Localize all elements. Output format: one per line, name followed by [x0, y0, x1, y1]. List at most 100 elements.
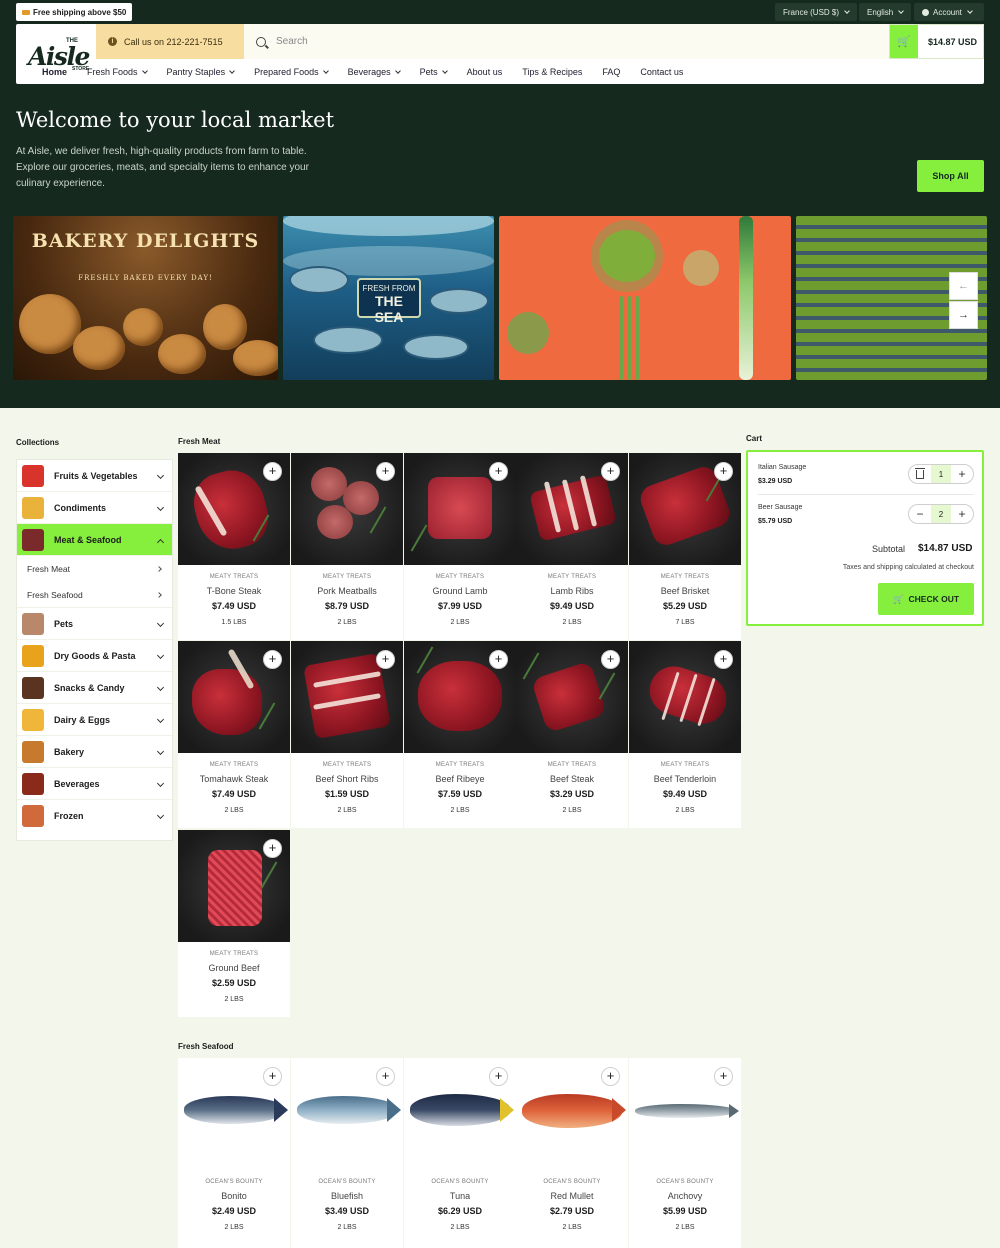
nav-tips-recipes[interactable]: Tips & Recipes: [512, 67, 592, 77]
sidebar-item-dairy-eggs[interactable]: Dairy & Eggs: [17, 704, 172, 736]
sidebar-item-meat-seafood[interactable]: Meat & Seafood: [17, 524, 172, 556]
add-to-cart-button[interactable]: +: [263, 839, 282, 858]
add-to-cart-button[interactable]: +: [489, 462, 508, 481]
carousel-prev-button[interactable]: ←: [949, 272, 978, 300]
product-card[interactable]: + MEATY TREATS Ground Lamb $7.99 USD 2 L…: [404, 453, 516, 640]
product-card[interactable]: + OCEAN'S BOUNTY Red Mullet $2.79 USD 2 …: [516, 1058, 628, 1248]
add-to-cart-button[interactable]: +: [376, 650, 395, 669]
region-selector[interactable]: France (USD $): [775, 3, 858, 21]
carousel-next-button[interactable]: →: [949, 301, 978, 329]
nav-pets[interactable]: Pets: [410, 67, 457, 77]
add-to-cart-button[interactable]: +: [714, 462, 733, 481]
shop-all-button[interactable]: Shop All: [917, 160, 984, 192]
sprouts-icon: [599, 230, 655, 282]
add-to-cart-button[interactable]: +: [714, 1067, 733, 1086]
nav-beverages[interactable]: Beverages: [338, 67, 410, 77]
product-name[interactable]: Beef Brisket: [629, 586, 741, 596]
product-name[interactable]: Red Mullet: [516, 1191, 628, 1201]
vegetables-banner[interactable]: [499, 216, 791, 380]
product-name[interactable]: T-Bone Steak: [178, 586, 290, 596]
add-to-cart-button[interactable]: +: [263, 1067, 282, 1086]
add-to-cart-button[interactable]: +: [263, 462, 282, 481]
add-to-cart-button[interactable]: +: [601, 650, 620, 669]
nav-home[interactable]: Home: [32, 67, 77, 77]
product-weight: 2 LBS: [337, 807, 357, 814]
remove-item-button[interactable]: [909, 465, 931, 483]
nav-pantry-staples[interactable]: Pantry Staples: [157, 67, 245, 77]
nav-about-us[interactable]: About us: [457, 67, 513, 77]
sidebar-item-dry-goods-pasta[interactable]: Dry Goods & Pasta: [17, 640, 172, 672]
add-to-cart-button[interactable]: +: [376, 1067, 395, 1086]
product-card[interactable]: + OCEAN'S BOUNTY Bluefish $3.49 USD 2 LB…: [291, 1058, 403, 1248]
product-card[interactable]: + OCEAN'S BOUNTY Bonito $2.49 USD 2 LBS: [178, 1058, 290, 1248]
product-name[interactable]: Ground Beef: [178, 963, 290, 973]
product-card[interactable]: + MEATY TREATS Lamb Ribs $9.49 USD 2 LBS: [516, 453, 628, 640]
nav-contact-us[interactable]: Contact us: [630, 67, 693, 77]
product-weight: 2 LBS: [562, 1224, 582, 1231]
product-name[interactable]: Beef Steak: [516, 774, 628, 784]
product-card[interactable]: + MEATY TREATS Ground Beef $2.59 USD 2 L…: [178, 830, 290, 1017]
bakery-banner[interactable]: BAKERY DELIGHTS FRESHLY BAKED EVERY DAY!: [13, 216, 278, 380]
decrease-quantity-button[interactable]: −: [909, 505, 931, 523]
product-card[interactable]: + OCEAN'S BOUNTY Tuna $6.29 USD 2 LBS: [404, 1058, 516, 1248]
product-name[interactable]: Lamb Ribs: [516, 586, 628, 596]
product-name[interactable]: Tomahawk Steak: [178, 774, 290, 784]
product-card[interactable]: + MEATY TREATS Beef Ribeye $7.59 USD 2 L…: [404, 641, 516, 828]
add-to-cart-button[interactable]: +: [601, 1067, 620, 1086]
nav-label: Contact us: [640, 67, 684, 77]
chevron-down-icon: [322, 68, 329, 74]
product-card[interactable]: + MEATY TREATS Beef Tenderloin $9.49 USD…: [629, 641, 741, 828]
product-card[interactable]: + MEATY TREATS Beef Short Ribs $1.59 USD…: [291, 641, 403, 828]
seafood-banner[interactable]: FRESH FROM THE SEA: [283, 216, 494, 380]
product-card[interactable]: + OCEAN'S BOUNTY Anchovy $5.99 USD 2 LBS: [629, 1058, 741, 1248]
product-card[interactable]: + MEATY TREATS Beef Steak $3.29 USD 2 LB…: [516, 641, 628, 828]
add-to-cart-button[interactable]: +: [714, 650, 733, 669]
search-input[interactable]: Search: [276, 36, 308, 47]
product-name[interactable]: Ground Lamb: [404, 586, 516, 596]
add-to-cart-button[interactable]: +: [601, 462, 620, 481]
sidebar-item-pets[interactable]: Pets: [17, 608, 172, 640]
sidebar-item-frozen[interactable]: Frozen: [17, 800, 172, 832]
checkout-button[interactable]: 🛒 CHECK OUT: [878, 583, 974, 615]
product-card[interactable]: + MEATY TREATS Beef Brisket $5.29 USD 7 …: [629, 453, 741, 640]
product-card[interactable]: + MEATY TREATS Pork Meatballs $8.79 USD …: [291, 453, 403, 640]
search-bar[interactable]: Search: [244, 24, 889, 59]
nav-faq[interactable]: FAQ: [592, 67, 630, 77]
quantity-value[interactable]: 1: [931, 465, 951, 483]
sidebar-subitem-fresh-seafood[interactable]: Fresh Seafood: [17, 582, 172, 608]
account-menu[interactable]: Account: [914, 3, 984, 21]
increase-quantity-button[interactable]: +: [951, 505, 973, 523]
sidebar-item-fruits-vegetables[interactable]: Fruits & Vegetables: [17, 460, 172, 492]
nav-fresh-foods[interactable]: Fresh Foods: [77, 67, 157, 77]
product-name[interactable]: Beef Short Ribs: [291, 774, 403, 784]
product-name[interactable]: Bonito: [178, 1191, 290, 1201]
product-name[interactable]: Pork Meatballs: [291, 586, 403, 596]
sidebar-item-beverages[interactable]: Beverages: [17, 768, 172, 800]
product-name[interactable]: Tuna: [404, 1191, 516, 1201]
sidebar-item-snacks-candy[interactable]: Snacks & Candy: [17, 672, 172, 704]
nav-prepared-foods[interactable]: Prepared Foods: [244, 67, 338, 77]
language-selector[interactable]: English: [859, 3, 912, 21]
product-card[interactable]: + MEATY TREATS T-Bone Steak $7.49 USD 1.…: [178, 453, 290, 640]
add-to-cart-button[interactable]: +: [489, 650, 508, 669]
call-us-banner[interactable]: i Call us on 212-221-7515: [96, 24, 244, 59]
add-to-cart-button[interactable]: +: [489, 1067, 508, 1086]
product-card[interactable]: + MEATY TREATS Tomahawk Steak $7.49 USD …: [178, 641, 290, 828]
sidebar-item-condiments[interactable]: Condiments: [17, 492, 172, 524]
header-cart-button[interactable]: 🛒 $14.87 USD: [889, 24, 984, 59]
add-to-cart-button[interactable]: +: [376, 462, 395, 481]
product-name[interactable]: Beef Ribeye: [404, 774, 516, 784]
increase-quantity-button[interactable]: +: [951, 465, 973, 483]
quantity-value[interactable]: 2: [931, 505, 951, 523]
product-name[interactable]: Bluefish: [291, 1191, 403, 1201]
product-name[interactable]: Beef Tenderloin: [629, 774, 741, 784]
quantity-stepper: 1 +: [908, 464, 974, 484]
product-price: $8.79 USD: [324, 601, 370, 611]
sidebar-subitem-fresh-meat[interactable]: Fresh Meat: [17, 556, 172, 582]
add-to-cart-button[interactable]: +: [263, 650, 282, 669]
product-brand: OCEAN'S BOUNTY: [431, 1179, 489, 1185]
product-brand: MEATY TREATS: [660, 762, 710, 768]
cart-item-name: Italian Sausage: [758, 464, 807, 471]
sidebar-item-bakery[interactable]: Bakery: [17, 736, 172, 768]
product-name[interactable]: Anchovy: [629, 1191, 741, 1201]
